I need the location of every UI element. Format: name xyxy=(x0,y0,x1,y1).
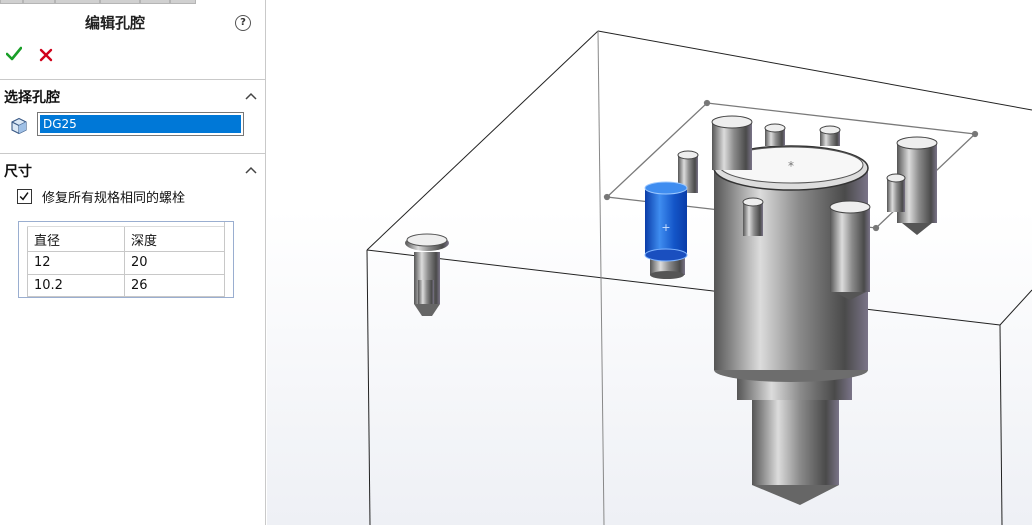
fix-same-spec-label: 修复所有规格相同的螺栓 xyxy=(42,191,186,206)
chevron-up-icon[interactable] xyxy=(244,165,258,175)
cancel-button[interactable] xyxy=(38,46,54,64)
depth-cell[interactable]: 26 xyxy=(125,278,224,293)
section-divider xyxy=(0,79,266,80)
block-wireframe xyxy=(366,30,1032,526)
help-icon[interactable]: ? xyxy=(235,15,251,31)
dimension-table: 直径 深度 12 20 10.2 26 xyxy=(18,221,234,298)
graphics-viewport[interactable]: * + xyxy=(267,0,1032,526)
svg-text:+: + xyxy=(661,221,670,234)
panel-tab-strip[interactable] xyxy=(0,0,266,4)
chevron-up-icon[interactable] xyxy=(244,91,258,101)
ok-button[interactable] xyxy=(6,45,22,63)
size-section-title: 尺寸 xyxy=(4,164,32,180)
cube-icon xyxy=(11,117,27,135)
diameter-cell[interactable]: 10.2 xyxy=(28,278,124,293)
diameter-cell[interactable]: 12 xyxy=(28,255,124,270)
select-section-title: 选择孔腔 xyxy=(4,90,60,106)
section-divider xyxy=(0,153,266,154)
selected-hole[interactable]: + xyxy=(644,181,688,279)
3d-model-view[interactable]: * + xyxy=(267,0,1032,526)
hole-selection-value: DG25 xyxy=(40,115,241,133)
check-icon xyxy=(6,46,22,61)
checkmark-icon xyxy=(19,192,29,201)
panel-title: 编辑孔腔 xyxy=(84,14,145,32)
fix-same-spec-checkbox[interactable] xyxy=(17,189,32,204)
svg-text:*: * xyxy=(788,159,794,173)
property-manager-panel: 编辑孔腔 ? 选择孔腔 DG25 尺寸 修复所有规格相同的螺栓 直径 深度 12… xyxy=(0,0,266,525)
column-header-depth[interactable]: 深度 xyxy=(125,230,224,249)
column-header-diameter[interactable]: 直径 xyxy=(28,230,124,249)
depth-cell[interactable]: 20 xyxy=(125,255,224,270)
hole-selection-field[interactable]: DG25 xyxy=(37,112,244,136)
main-cavity-body: * xyxy=(713,145,869,505)
small-counterbore-hole xyxy=(405,233,449,316)
x-icon xyxy=(39,48,53,62)
